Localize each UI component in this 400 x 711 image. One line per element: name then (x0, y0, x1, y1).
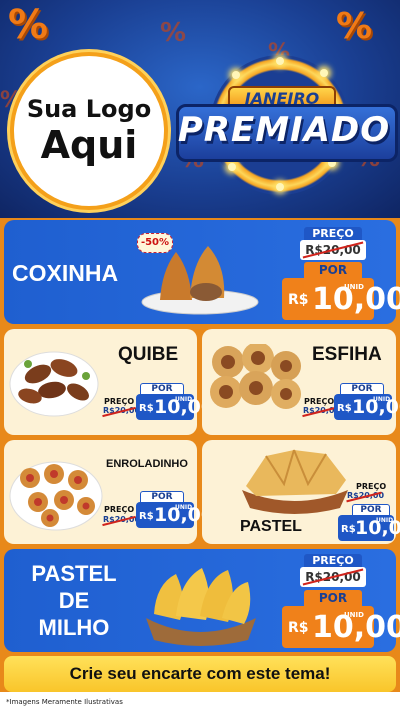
currency-symbol: R$ (139, 403, 154, 414)
coxinha-image (141, 246, 259, 315)
currency-symbol: R$ (288, 620, 309, 636)
new-price-box: R$ 10,00 UNID (136, 502, 214, 528)
product-name: QUIBE (118, 344, 179, 365)
logo-placeholder: Sua Logo Aqui (10, 52, 168, 210)
unit-label: UNID (344, 611, 364, 619)
percent-decoration: % (160, 18, 187, 48)
unit-label: UNID (175, 396, 193, 403)
logo-text-line2: Aqui (40, 123, 138, 167)
esfiha-image (210, 344, 301, 409)
price-label-preco: PREÇO (104, 397, 135, 406)
price-label-preco: PREÇO (304, 227, 362, 240)
new-price-box: R$ 10,00 UNID (338, 515, 400, 541)
quibe-image (9, 351, 99, 417)
price-label-preco: PREÇO (356, 482, 387, 491)
price-label-por: POR (304, 262, 362, 278)
new-price-box: R$ 10,00 UNID (282, 606, 400, 648)
product-name: ENROLADINHO (106, 458, 188, 470)
product-name-line1: PASTEL (31, 561, 117, 586)
percent-decoration: % (8, 2, 49, 48)
cta-banner[interactable]: Crie seu encarte com este tema! (4, 656, 396, 692)
unit-label: UNID (344, 283, 364, 291)
price-label-preco: PREÇO (304, 554, 362, 567)
new-price-box: R$ 10,00 UNID (334, 394, 400, 420)
percent-decoration: % (336, 6, 373, 47)
unit-label: UNID (373, 396, 391, 403)
badge-premiado: PREMIADO (177, 110, 391, 150)
enroladinho-image (9, 461, 103, 531)
unit-label: UNID (175, 504, 193, 511)
product-name: ESFIHA (312, 344, 382, 365)
new-price-box: R$ 10,00 UNID (136, 394, 214, 420)
currency-symbol: R$ (139, 511, 154, 522)
currency-symbol: R$ (337, 403, 352, 414)
product-name-line2: DE (58, 588, 90, 613)
product-name: COXINHA (12, 260, 119, 286)
currency-symbol: R$ (288, 292, 309, 308)
price-label-preco: PREÇO (304, 397, 335, 406)
product-name-line3: MILHO (38, 615, 110, 640)
price-label-preco: PREÇO (104, 505, 135, 514)
unit-label: UNID (376, 517, 394, 524)
price-label-por: POR (304, 590, 362, 606)
logo-text-line1: Sua Logo (26, 95, 152, 123)
product-name: PASTEL (240, 518, 302, 535)
new-price-box: R$ 10,00 UNID (282, 278, 400, 320)
pastel-milho-image (146, 568, 256, 646)
pastel-image (242, 449, 348, 514)
footnote: *Imagens Meramente Ilustrativas (6, 698, 123, 706)
product-name: PASTEL DE MILHO (28, 560, 120, 641)
currency-symbol: R$ (341, 524, 356, 535)
